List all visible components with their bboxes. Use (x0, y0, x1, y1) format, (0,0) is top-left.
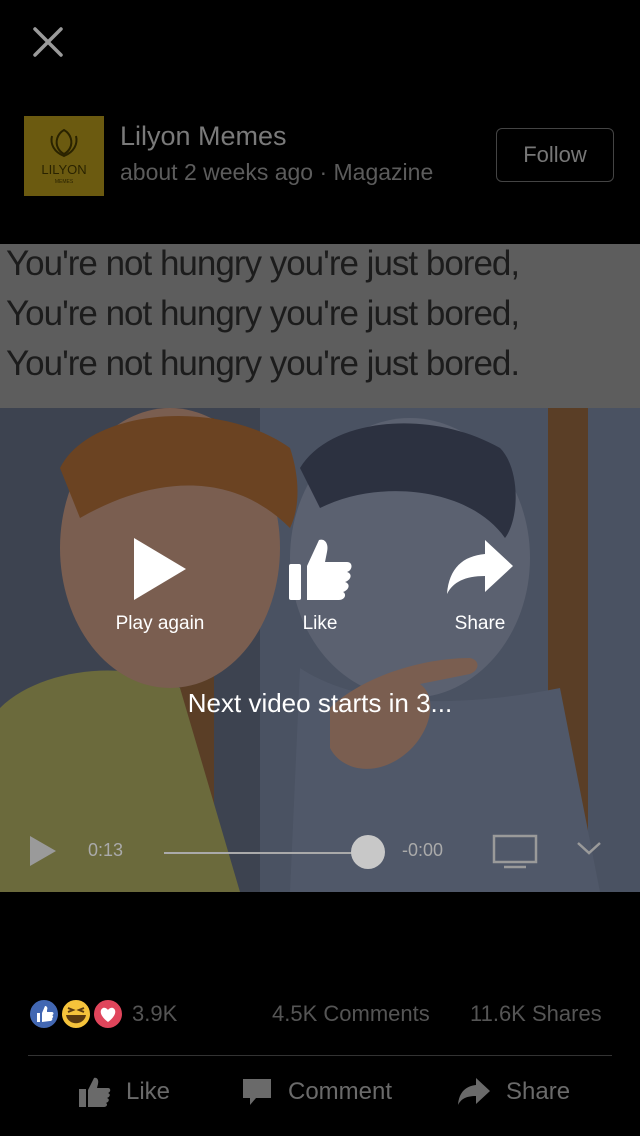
comment-bubble-icon (243, 1079, 271, 1105)
logo-text: LILYON (41, 162, 86, 177)
play-again-label: Play again (115, 613, 205, 634)
reactions-summary[interactable] (28, 996, 126, 1032)
play-icon (134, 538, 186, 600)
play-again-button[interactable]: Play again (90, 536, 230, 635)
remaining-time: -0:00 (402, 840, 444, 860)
haha-reaction-icon (60, 998, 92, 1030)
logo-subtext: MEMES (55, 179, 74, 185)
like-button[interactable]: Like (78, 1076, 170, 1108)
overlay-share-button[interactable]: Share (410, 536, 550, 635)
video-frame (0, 408, 640, 892)
progress-track[interactable] (164, 852, 368, 854)
overlay-share-label: Share (454, 613, 506, 634)
like-reaction-icon (28, 998, 60, 1030)
share-arrow-icon (447, 540, 513, 594)
share-label: Share (506, 1078, 571, 1105)
comment-label: Comment (288, 1078, 393, 1105)
like-label: Like (126, 1078, 171, 1105)
post-meta: about 2 weeks ago · Magazine (120, 159, 434, 185)
thumbs-up-icon (79, 1077, 111, 1107)
video-caption: You're not hungry you're just bored, You… (0, 244, 640, 408)
current-time: 0:13 (88, 840, 124, 860)
overlay-like-button[interactable]: Like (250, 536, 390, 635)
video-player[interactable]: You're not hungry you're just bored, You… (0, 244, 640, 892)
play-control-icon[interactable] (28, 834, 58, 868)
comment-button[interactable]: Comment (240, 1076, 392, 1108)
reaction-count[interactable]: 3.9K (132, 1001, 177, 1027)
love-reaction-icon (92, 998, 124, 1030)
close-icon[interactable] (30, 24, 66, 60)
caption-line: You're not hungry you're just bored, (6, 244, 520, 283)
divider (28, 1055, 612, 1056)
tv-cast-icon[interactable] (492, 834, 538, 870)
next-video-countdown: Next video starts in 3... (187, 688, 453, 718)
chevron-down-icon[interactable] (576, 840, 602, 856)
scrubber-handle[interactable] (351, 835, 385, 869)
caption-line: You're not hungry you're just bored. (6, 344, 520, 383)
share-button[interactable]: Share (456, 1076, 570, 1108)
thumbs-up-icon (289, 539, 352, 600)
follow-button[interactable]: Follow (496, 128, 614, 182)
overlay-like-label: Like (302, 613, 338, 634)
comments-count[interactable]: 4.5K Comments (272, 1001, 430, 1027)
page-logo[interactable]: LILYON MEMES (24, 116, 104, 196)
share-arrow-icon (458, 1078, 490, 1105)
author-name[interactable]: Lilyon Memes (120, 121, 287, 152)
caption-line: You're not hungry you're just bored, (6, 294, 520, 333)
shares-count[interactable]: 11.6K Shares (470, 1001, 602, 1027)
